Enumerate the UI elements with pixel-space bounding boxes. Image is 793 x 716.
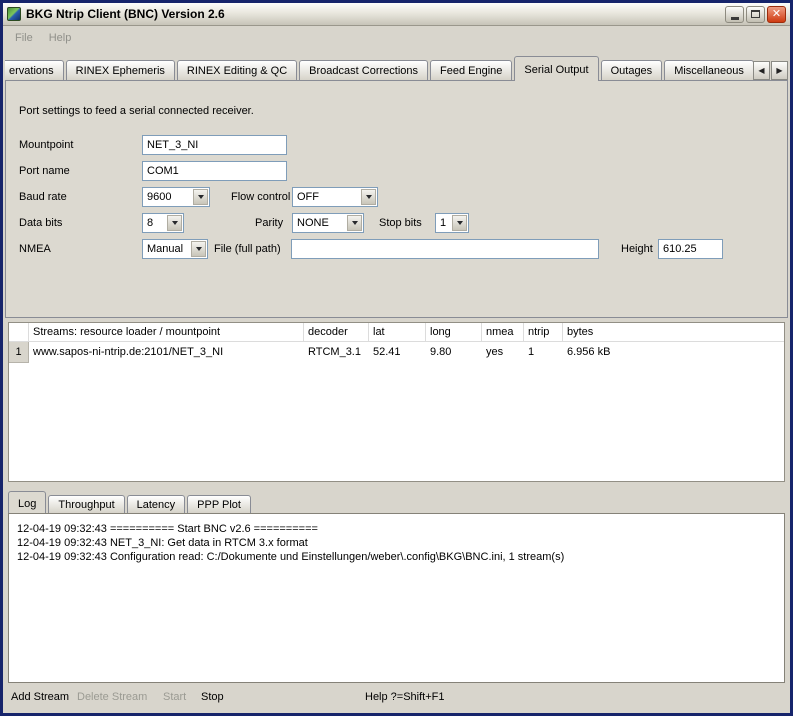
window-controls: ✕: [725, 6, 786, 23]
dropdown-arrow-icon: [191, 241, 206, 257]
tab-serial-output[interactable]: Serial Output: [514, 56, 598, 81]
app-icon: [7, 7, 21, 21]
tab-ppp-plot[interactable]: PPP Plot: [187, 495, 251, 513]
titlebar[interactable]: BKG Ntrip Client (BNC) Version 2.6 ✕: [3, 3, 790, 26]
tab-throughput[interactable]: Throughput: [48, 495, 124, 513]
minimize-icon: [731, 17, 739, 20]
lat-column-header: lat: [369, 323, 426, 341]
long-cell: 9.80: [426, 342, 482, 363]
bytes-cell: 6.956 kB: [563, 342, 784, 363]
mountpoint-column-header: Streams: resource loader / mountpoint: [29, 323, 304, 341]
data-bits-value: 8: [147, 216, 153, 230]
row-number-header: [9, 323, 29, 341]
nmea-select[interactable]: Manual: [142, 239, 208, 259]
row-number-cell: 1: [9, 342, 29, 363]
bytes-column-header: bytes: [563, 323, 784, 341]
bottom-tab-bar: Log Throughput Latency PPP Plot: [8, 491, 253, 513]
delete-stream-button[interactable]: Delete Stream: [77, 691, 147, 703]
stop-bits-label: Stop bits: [379, 213, 422, 233]
tab-outages[interactable]: Outages: [601, 60, 663, 80]
streams-table-header: Streams: resource loader / mountpoint de…: [9, 323, 784, 342]
tab-scroll-left-button[interactable]: ◀: [753, 61, 770, 80]
dropdown-arrow-icon: [452, 215, 467, 231]
tab-bar: ervations RINEX Ephemeris RINEX Editing …: [5, 56, 788, 81]
mountpoint-cell: www.sapos-ni-ntrip.de:2101/NET_3_NI: [29, 342, 304, 363]
tab-rinex-editing-qc[interactable]: RINEX Editing & QC: [177, 60, 297, 80]
baud-rate-value: 9600: [147, 190, 171, 204]
menubar: File Help: [3, 27, 790, 48]
decoder-cell: RTCM_3.1: [304, 342, 369, 363]
stop-bits-select[interactable]: 1: [435, 213, 469, 233]
log-view[interactable]: 12-04-19 09:32:43 ========== Start BNC v…: [8, 513, 785, 683]
close-button[interactable]: ✕: [767, 6, 786, 23]
mountpoint-label: Mountpoint: [19, 135, 73, 155]
footer-bar: Add Stream Delete Stream Start Stop Help…: [3, 685, 790, 713]
tab-miscellaneous[interactable]: Miscellaneous: [664, 60, 754, 80]
height-input[interactable]: [658, 239, 723, 259]
flow-control-label: Flow control: [231, 187, 290, 207]
right-arrow-icon: ▶: [776, 66, 782, 75]
lat-cell: 52.41: [369, 342, 426, 363]
tab-latency[interactable]: Latency: [127, 495, 186, 513]
serial-output-panel: Port settings to feed a serial connected…: [5, 80, 788, 318]
ntrip-cell: 1: [524, 342, 563, 363]
data-bits-label: Data bits: [19, 213, 62, 233]
maximize-icon: [751, 10, 760, 18]
data-bits-select[interactable]: 8: [142, 213, 184, 233]
parity-label: Parity: [255, 213, 283, 233]
menu-help[interactable]: Help: [41, 30, 80, 46]
tab-broadcast-corrections[interactable]: Broadcast Corrections: [299, 60, 428, 80]
dropdown-arrow-icon: [361, 189, 376, 205]
tab-scroll-buttons: ◀ ▶: [752, 61, 788, 80]
tab-log[interactable]: Log: [8, 491, 46, 513]
left-arrow-icon: ◀: [758, 66, 764, 75]
nmea-cell: yes: [482, 342, 524, 363]
log-line: 12-04-19 09:32:43 NET_3_NI: Get data in …: [17, 536, 776, 550]
flow-control-select[interactable]: OFF: [292, 187, 378, 207]
help-shortcut-label: Help ?=Shift+F1: [365, 691, 445, 703]
tab-scroll-right-button[interactable]: ▶: [771, 61, 788, 80]
port-name-label: Port name: [19, 161, 70, 181]
flow-control-value: OFF: [297, 190, 319, 204]
mountpoint-input[interactable]: [142, 135, 287, 155]
tab-rinex-ephemeris[interactable]: RINEX Ephemeris: [66, 60, 175, 80]
add-stream-button[interactable]: Add Stream: [11, 691, 69, 703]
nmea-column-header: nmea: [482, 323, 524, 341]
minimize-button[interactable]: [725, 6, 744, 23]
ntrip-column-header: ntrip: [524, 323, 563, 341]
maximize-button[interactable]: [746, 6, 765, 23]
dropdown-arrow-icon: [167, 215, 182, 231]
baud-rate-label: Baud rate: [19, 187, 67, 207]
close-icon: ✕: [772, 9, 781, 20]
streams-table: Streams: resource loader / mountpoint de…: [8, 322, 785, 482]
nmea-label: NMEA: [19, 239, 51, 259]
dropdown-arrow-icon: [193, 189, 208, 205]
tab-observations[interactable]: ervations: [5, 60, 64, 80]
nmea-value: Manual: [147, 242, 183, 256]
baud-rate-select[interactable]: 9600: [142, 187, 210, 207]
log-line: 12-04-19 09:32:43 ========== Start BNC v…: [17, 522, 776, 536]
stop-button[interactable]: Stop: [201, 691, 224, 703]
stop-bits-value: 1: [440, 216, 446, 230]
height-label: Height: [621, 239, 653, 259]
decoder-column-header: decoder: [304, 323, 369, 341]
panel-description: Port settings to feed a serial connected…: [19, 101, 254, 121]
parity-select[interactable]: NONE: [292, 213, 364, 233]
file-path-label: File (full path): [214, 239, 281, 259]
menu-file[interactable]: File: [7, 30, 41, 46]
start-button[interactable]: Start: [163, 691, 186, 703]
parity-value: NONE: [297, 216, 329, 230]
port-name-input[interactable]: [142, 161, 287, 181]
long-column-header: long: [426, 323, 482, 341]
tab-feed-engine[interactable]: Feed Engine: [430, 60, 512, 80]
file-path-input[interactable]: [291, 239, 599, 259]
window-title: BKG Ntrip Client (BNC) Version 2.6: [26, 7, 725, 21]
log-line: 12-04-19 09:32:43 Configuration read: C:…: [17, 550, 776, 564]
table-row[interactable]: 1 www.sapos-ni-ntrip.de:2101/NET_3_NI RT…: [9, 342, 784, 362]
dropdown-arrow-icon: [347, 215, 362, 231]
bnc-window: BKG Ntrip Client (BNC) Version 2.6 ✕ Fil…: [0, 0, 793, 716]
